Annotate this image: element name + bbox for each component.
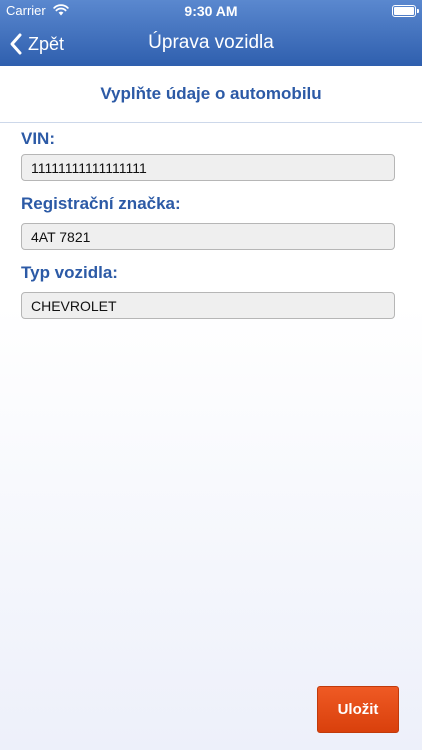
navigation-bar: Zpět Úprava vozidla	[0, 22, 422, 66]
battery-icon	[392, 5, 419, 17]
registration-field[interactable]: 4AT 7821	[21, 223, 395, 250]
status-time: 9:30 AM	[184, 3, 238, 19]
save-button[interactable]: Uložit	[317, 686, 399, 733]
vehicle-type-label: Typ vozidla:	[21, 263, 118, 282]
vin-field[interactable]: 11111111111111111	[21, 154, 395, 181]
vehicle-type-field[interactable]: CHEVROLET	[21, 292, 395, 319]
form-heading: Vyplňte údaje o automobilu	[0, 66, 422, 123]
registration-label: Registrační značka:	[21, 194, 181, 213]
vin-label: VIN:	[21, 129, 55, 148]
page-title: Úprava vozidla	[148, 32, 274, 53]
status-bar: Carrier 9:30 AM	[0, 0, 422, 22]
form-area: Vyplňte údaje o automobilu VIN: 11111111…	[0, 66, 422, 750]
top-bar: Carrier 9:30 AM Zpět Úprava vozidla	[0, 0, 422, 66]
